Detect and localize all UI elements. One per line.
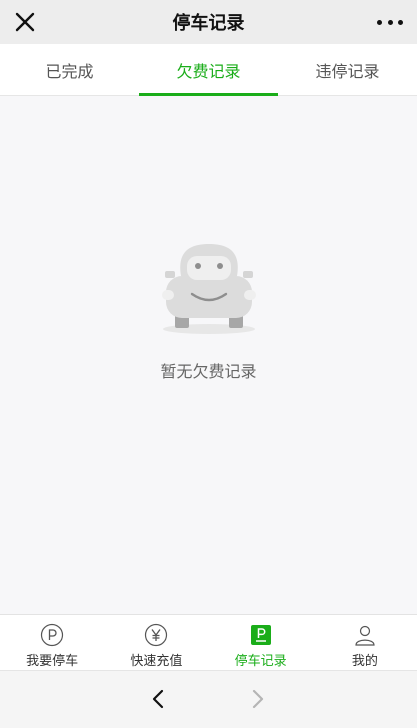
car-smile-icon [161,244,256,334]
browser-nav-bar [0,670,417,728]
parking-circle-icon [41,623,64,647]
nav-item-mine[interactable]: 我的 [313,615,417,670]
bottom-nav: 我要停车 快速充值 停车记录 我的 [0,614,417,670]
nav-item-recharge[interactable]: 快速充值 [104,615,208,670]
empty-message: 暂无欠费记录 [160,362,257,381]
title-bar: 停车记录 [0,0,417,44]
tab-completed[interactable]: 已完成 [0,44,139,95]
record-tabs: 已完成 欠费记录 违停记录 [0,44,417,96]
dot [387,19,393,25]
more-dots-icon[interactable] [377,12,403,32]
chevron-right-icon[interactable] [248,685,268,713]
dot [398,19,403,25]
yuan-circle-icon [145,623,168,647]
nav-label: 我的 [351,654,378,669]
close-icon[interactable] [14,11,36,33]
nav-item-park[interactable]: 我要停车 [0,615,104,670]
empty-state: 暂无欠费记录 [0,240,417,382]
user-icon [355,625,375,646]
nav-label: 我要停车 [26,654,79,669]
nav-item-records[interactable]: 停车记录 [209,615,313,670]
tab-arrears[interactable]: 欠费记录 [139,44,278,96]
dot [377,19,382,25]
parking-square-icon [250,625,271,645]
chevron-left-icon[interactable] [148,685,168,713]
page-title: 停车记录 [172,13,245,34]
nav-label: 快速充值 [130,654,183,669]
tab-violations[interactable]: 违停记录 [278,44,417,95]
nav-label: 停车记录 [234,654,287,669]
